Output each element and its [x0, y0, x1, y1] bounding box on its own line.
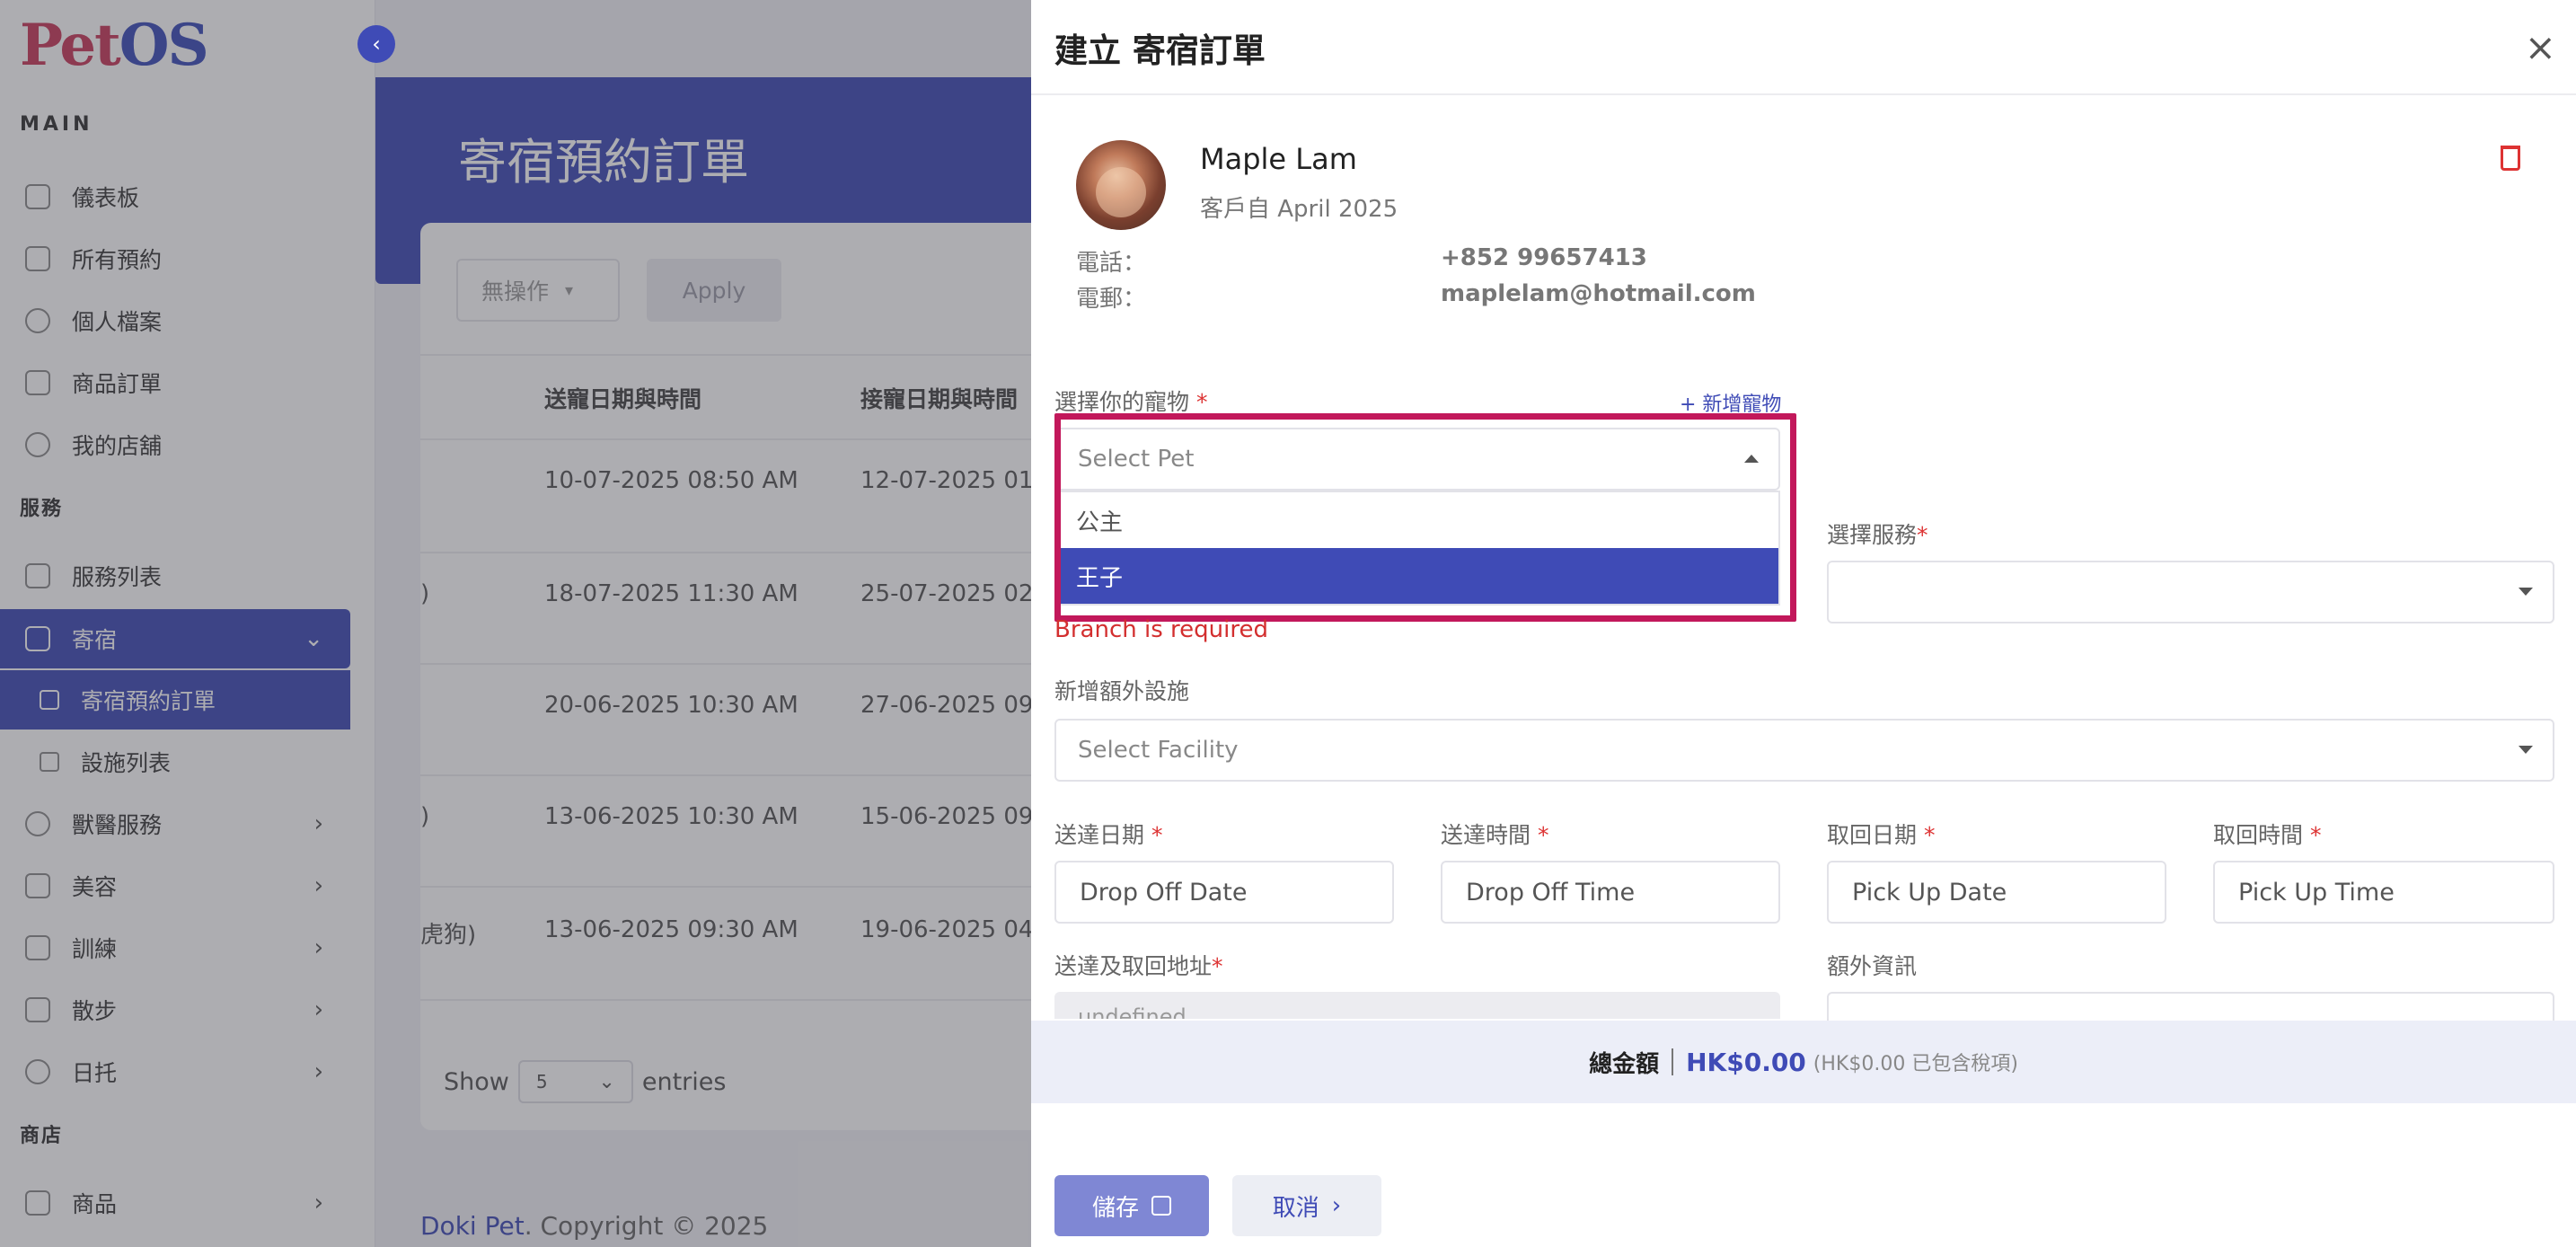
- drop-off-time-input[interactable]: Drop Off Time: [1441, 861, 1780, 924]
- pick-time-label-text: 取回時間: [2213, 822, 2304, 848]
- pick-up-date-input[interactable]: Pick Up Date: [1827, 861, 2166, 924]
- highlight-frame: [1054, 413, 1796, 622]
- save-label: 儲存: [1091, 1194, 1139, 1222]
- drop-time-label: 送達時間 *: [1441, 818, 1548, 850]
- drawer-divider: [1031, 93, 2576, 95]
- extra-info-input[interactable]: [1827, 992, 2554, 1021]
- required-marker: *: [1151, 822, 1163, 848]
- required-marker: *: [1923, 822, 1936, 848]
- total-value: HK$0.00: [1686, 1047, 1806, 1077]
- service-select[interactable]: [1827, 561, 2554, 624]
- pick-time-label: 取回時間 *: [2213, 818, 2321, 850]
- save-icon: [1151, 1196, 1171, 1216]
- caret-down-icon: [2519, 588, 2533, 596]
- create-boarding-order-drawer: 建立 寄宿訂單 × Maple Lam 客戶自 April 2025 電話： +…: [1031, 0, 2576, 1247]
- drop-off-date-input[interactable]: Drop Off Date: [1054, 861, 1394, 924]
- service-label: 選擇服務*: [1827, 517, 1928, 550]
- service-label-text: 選擇服務: [1827, 522, 1918, 548]
- total-tax-note: (HK$0.00 已包含稅項): [1813, 1053, 2018, 1075]
- cancel-label: 取消: [1272, 1194, 1319, 1222]
- required-marker: *: [1537, 822, 1549, 848]
- save-button[interactable]: 儲存: [1054, 1175, 1209, 1236]
- drop-date-label: 送達日期 *: [1054, 818, 1162, 850]
- facility-label: 新增額外設施: [1054, 678, 1190, 704]
- phone-value: +852 99657413: [1441, 244, 1647, 271]
- phone-label: 電話：: [1076, 250, 1147, 277]
- customer-name: Maple Lam: [1200, 142, 1357, 176]
- required-marker: *: [1195, 389, 1208, 415]
- required-marker: *: [1212, 953, 1223, 979]
- cancel-button[interactable]: 取消 ›: [1232, 1175, 1381, 1236]
- pet-label-text: 選擇你的寵物: [1054, 389, 1190, 415]
- drawer-title: 建立 寄宿訂單: [1054, 31, 1266, 70]
- total-separator: [1672, 1048, 1674, 1075]
- required-marker: *: [2309, 822, 2322, 848]
- drop-date-label-text: 送達日期: [1054, 822, 1145, 848]
- address-label-text: 送達及取回地址: [1054, 953, 1213, 979]
- pick-up-time-input[interactable]: Pick Up Time: [2213, 861, 2554, 924]
- total-bar: 總金額 HK$0.00 (HK$0.00 已包含稅項): [1031, 1021, 2576, 1103]
- pet-label: 選擇你的寵物 *: [1054, 385, 1207, 417]
- facility-select-placeholder: Select Facility: [1078, 737, 1239, 764]
- total-label: 總金額: [1589, 1050, 1660, 1078]
- sidebar-collapse-button[interactable]: ‹: [357, 25, 395, 63]
- email-label: 電郵：: [1076, 286, 1147, 313]
- required-marker: *: [1917, 522, 1928, 548]
- facility-select[interactable]: Select Facility: [1054, 719, 2554, 782]
- avatar: [1076, 140, 1166, 230]
- email-value: maplelam@hotmail.com: [1441, 280, 1756, 307]
- close-icon[interactable]: ×: [2525, 25, 2556, 69]
- caret-down-icon: [2519, 746, 2533, 754]
- modal-backdrop[interactable]: [0, 0, 1031, 1247]
- address-label: 送達及取回地址*: [1054, 949, 1223, 981]
- pick-date-label: 取回日期 *: [1827, 818, 1935, 850]
- customer-since: 客戶自 April 2025: [1200, 196, 1398, 223]
- trash-icon[interactable]: [2501, 146, 2520, 171]
- address-field: undefined: [1054, 992, 1780, 1019]
- pick-date-label-text: 取回日期: [1827, 822, 1918, 848]
- branch-error: Branch is required: [1054, 616, 1268, 643]
- extra-info-label: 額外資訊: [1827, 953, 1918, 979]
- drop-time-label-text: 送達時間: [1441, 822, 1531, 848]
- chevron-right-icon: ›: [1331, 1192, 1342, 1219]
